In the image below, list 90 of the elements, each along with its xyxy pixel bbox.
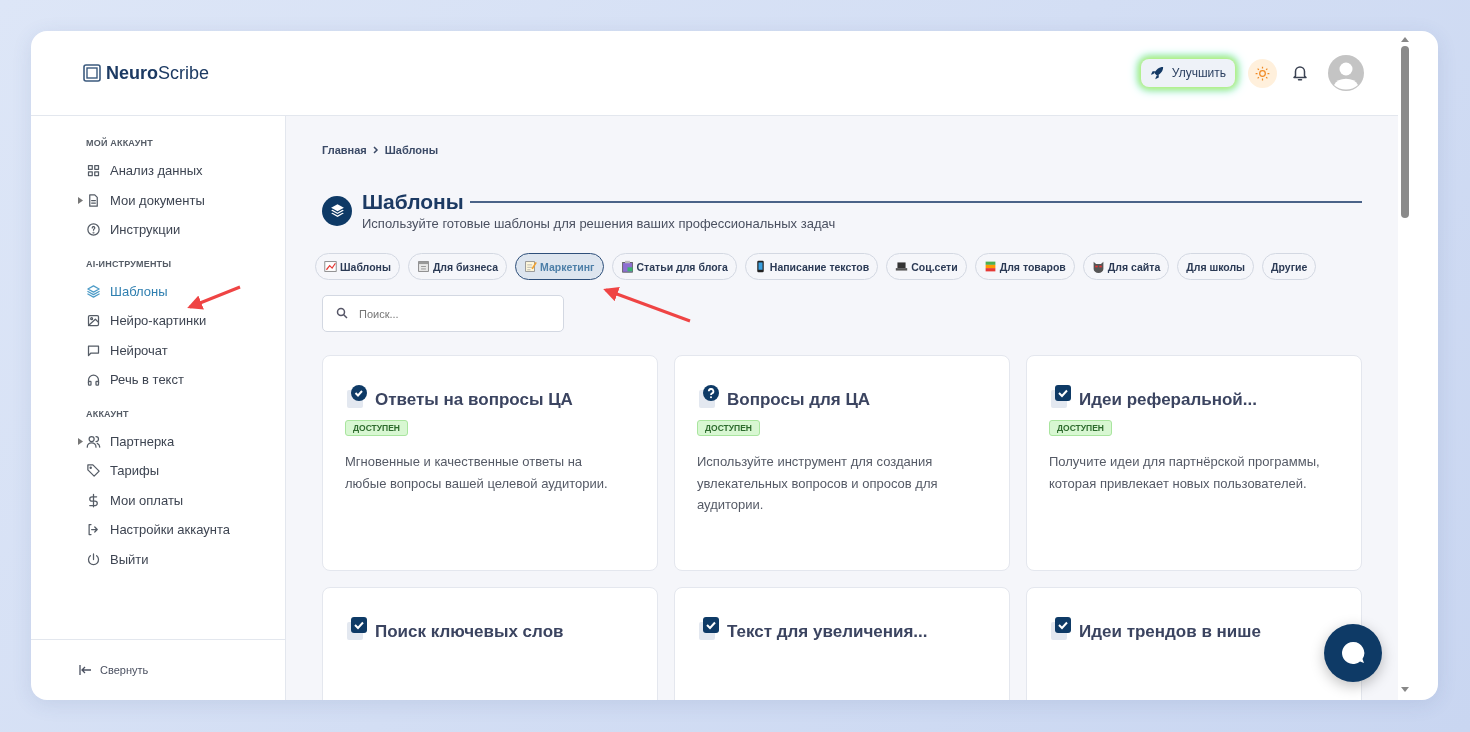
sidebar-item[interactable]: Нейрочат (86, 335, 285, 365)
document-icon (86, 192, 101, 208)
image-icon (86, 313, 101, 329)
calendar-icon (416, 260, 430, 273)
filter-chip[interactable]: Для школы (1177, 253, 1255, 280)
section-heading: AI-ИНСТРУМЕНТЫ (86, 258, 173, 269)
books-icon (983, 260, 997, 273)
section-heading: МОЙ АККАУНТ (86, 138, 154, 148)
card-description: Получите идеи для партнёрской программы, которая привлекает новых пользователей. (1049, 453, 1321, 493)
sidebar-item[interactable]: Шаблоны (86, 276, 285, 306)
sidebar-item[interactable]: Мои оплаты (86, 485, 285, 515)
sidebar-item[interactable]: Инструкции (86, 215, 285, 245)
checkbox-icon (697, 616, 721, 642)
sidebar-item[interactable]: Анализ данных (86, 156, 285, 186)
layers-icon (328, 202, 346, 219)
filter-chip[interactable]: Статьи для блога (611, 253, 737, 280)
sidebar-item[interactable]: Тарифы (86, 456, 285, 486)
status-badge: ДОСТУПЕН (345, 420, 408, 436)
template-card[interactable]: Ответы на вопросы ЦА ДОСТУПЕН Мгновенные и качественные ответы на любые вопросы вашей целевой аудитории. (322, 355, 658, 571)
checkbox-icon (1049, 616, 1073, 642)
sun-icon (1255, 65, 1270, 81)
page-title: Шаблоны (362, 190, 464, 214)
sidebar-item[interactable]: Нейро-картинки (86, 306, 285, 336)
bell-icon (1291, 64, 1309, 82)
upgrade-button[interactable]: Улучшить (1140, 59, 1235, 87)
chat-bubble-icon (1340, 640, 1366, 666)
filter-chip[interactable]: Для бизнеса (407, 253, 508, 280)
template-card[interactable]: Поиск ключевых слов (322, 587, 658, 700)
headphones-icon (86, 372, 101, 388)
dollar-icon (86, 492, 101, 508)
card-title: Идеи реферальной... (1079, 390, 1257, 410)
card-title: Ответы на вопросы ЦА (375, 390, 573, 410)
page-subtitle: Используйте готовые шаблоны для решения ваших профессиональных задач (362, 216, 837, 231)
theme-toggle-button[interactable] (1248, 58, 1277, 88)
chevron-icon (372, 146, 379, 154)
filter-chip[interactable]: Другие (1262, 253, 1317, 280)
sidebar-item[interactable]: Настройки аккаунта (86, 515, 285, 545)
card-description: Мгновенные и качественные ответы на любые вопросы вашей целевой аудитории. (345, 453, 609, 493)
filter-chip[interactable]: Для сайта (1082, 253, 1170, 280)
card-title: Поиск ключевых слов (375, 622, 564, 642)
filter-chip[interactable]: Шаблоны (315, 253, 400, 280)
memo-icon (524, 260, 538, 273)
annotation-arrow (187, 285, 241, 310)
search-field[interactable]: Поиск... (322, 295, 564, 332)
sidebar-item[interactable]: Партнерка (86, 426, 285, 456)
power-icon (86, 551, 101, 567)
breadcrumb-link[interactable]: Главная (322, 144, 367, 156)
rocket-icon (1149, 66, 1164, 80)
cat-face-icon (1091, 260, 1105, 273)
collapse-icon (79, 665, 92, 675)
scroll-down-icon[interactable] (1401, 687, 1409, 692)
sidebar-item[interactable]: Выйти (86, 544, 285, 574)
logo-icon (83, 64, 101, 82)
template-card[interactable]: Идеи реферальной... ДОСТУПЕН Получите идеи для партнёрской программы, которая привлекает новых пользователей. (1026, 355, 1362, 571)
check-circle-icon (345, 384, 369, 410)
tag-icon (86, 463, 101, 479)
status-badge: ДОСТУПЕН (1049, 420, 1112, 436)
template-card[interactable]: Идеи трендов в нише (1026, 587, 1362, 700)
chat-button[interactable] (1324, 624, 1382, 682)
scrollbar-thumb[interactable] (1401, 46, 1409, 218)
filter-chip[interactable]: Соц.сети (886, 253, 967, 280)
template-card[interactable]: Вопросы для ЦА ДОСТУПЕН Используйте инструмент для создания увлекательных вопросов и опросов для аудитории. (674, 355, 1010, 571)
laptop-icon (895, 260, 909, 273)
layers-icon (86, 283, 101, 299)
collapse-button[interactable]: Свернуть (79, 664, 149, 676)
users-icon (86, 433, 101, 449)
help-icon (86, 222, 101, 238)
chat-bubble-icon (86, 342, 101, 358)
logo-text: NeuroScribe (106, 62, 210, 84)
sign-out-icon (86, 522, 101, 538)
clipboard-icon (620, 260, 634, 273)
chart-icon (324, 260, 337, 273)
card-description: Используйте инструмент для создания увлекательных вопросов и опросов для аудитории. (697, 453, 939, 514)
search-icon (336, 307, 348, 319)
checkbox-icon (345, 616, 369, 642)
sidebar-item[interactable]: Мои документы (86, 185, 285, 215)
filter-chip[interactable]: Для товаров (974, 253, 1075, 280)
checkbox-icon (1049, 384, 1073, 410)
card-title: Вопросы для ЦА (727, 390, 871, 410)
sidebar-item[interactable]: Речь в текст (86, 365, 285, 395)
filter-chip[interactable]: Написание текстов (744, 253, 879, 280)
scroll-up-icon[interactable] (1401, 37, 1409, 42)
template-card[interactable]: Текст для увеличения... (674, 587, 1010, 700)
status-badge: ДОСТУПЕН (697, 420, 760, 436)
grid-icon (86, 163, 101, 179)
breadcrumb-link[interactable]: Шаблоны (384, 144, 439, 156)
card-title: Текст для увеличения... (727, 622, 928, 642)
card-title: Идеи трендов в нише (1079, 622, 1261, 642)
question-circle-icon (697, 384, 721, 410)
section-heading: АККАУНТ (86, 408, 130, 419)
